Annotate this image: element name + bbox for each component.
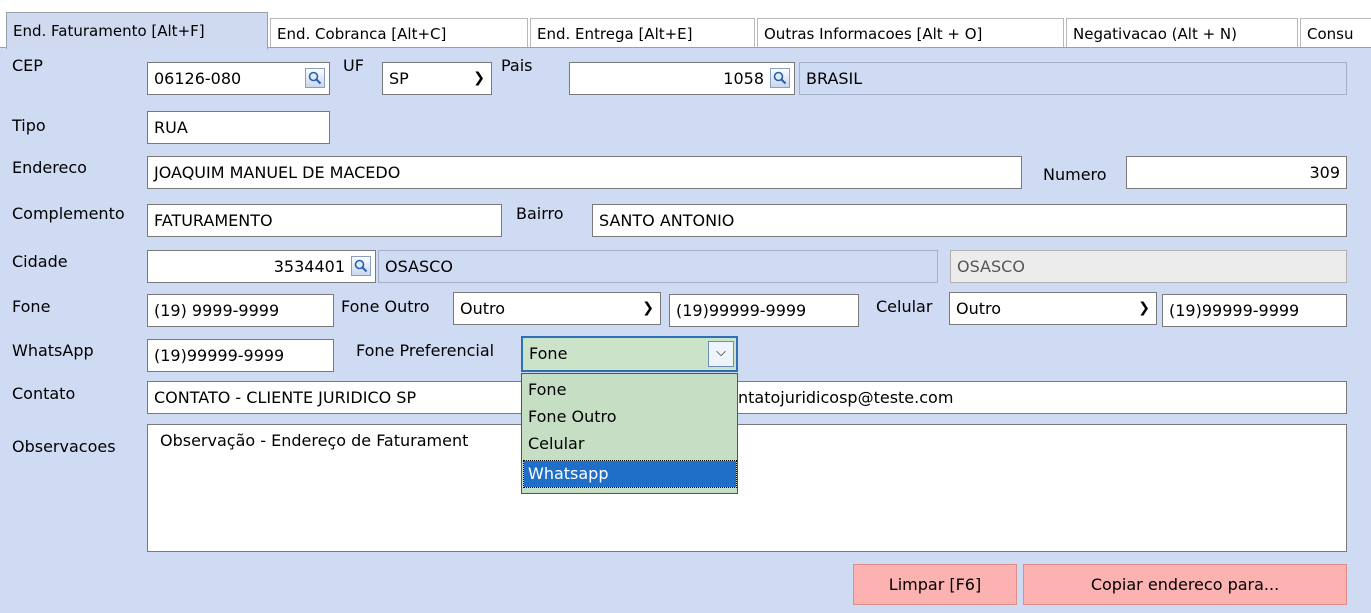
complemento-field[interactable]: FATURAMENTO [147, 204, 502, 237]
observacoes-label: Observacoes [12, 437, 116, 456]
contato-label: Contato [12, 384, 76, 403]
fone-outro-type-select[interactable]: Outro ❯ [453, 292, 661, 325]
chevron-down-icon: ❯ [642, 300, 654, 316]
search-icon[interactable] [305, 68, 325, 88]
search-icon[interactable] [770, 68, 790, 88]
option-fone-outro[interactable]: Fone Outro [524, 404, 736, 430]
fone-label: Fone [12, 297, 51, 316]
fone-preferencial-options: Fone Fone Outro Celular Whatsapp [521, 373, 738, 494]
fone-preferencial-dropdown[interactable]: Fone ⌵ Fone Fone Outro Celular Whatsapp [521, 336, 738, 494]
cep-label: CEP [12, 56, 43, 75]
cidade-name-secondary-field: OSASCO [950, 250, 1347, 283]
tab-consulta[interactable]: Consu [1300, 18, 1371, 48]
fone-outro-type-value: Outro [460, 299, 506, 318]
celular-type-select[interactable]: Outro ❯ [949, 292, 1157, 325]
option-fone[interactable]: Fone [524, 377, 736, 403]
cidade-label: Cidade [12, 252, 68, 271]
fone-outro-label: Fone Outro [341, 297, 430, 316]
cep-field[interactable]: 06126-080 [147, 62, 330, 95]
chevron-down-icon: ❯ [1138, 300, 1150, 316]
cidade-code-field[interactable]: 3534401 [147, 250, 376, 283]
uf-label: UF [343, 56, 364, 75]
celular-field[interactable]: (19)99999-9999 [1162, 294, 1347, 327]
tipo-label: Tipo [12, 116, 46, 135]
bairro-label: Bairro [516, 204, 564, 223]
bairro-field[interactable]: SANTO ANTONIO [592, 204, 1347, 237]
tab-negativacao[interactable]: Negativacao (Alt + N) [1066, 18, 1298, 48]
email-value: ntatojuridicosp@teste.com [738, 388, 954, 407]
tab-bar: End. Faturamento [Alt+F] End. Cobranca [… [0, 0, 1371, 49]
contato-value: CONTATO - CLIENTE JURIDICO SP [154, 388, 417, 407]
fone-preferencial-value: Fone [529, 344, 568, 363]
pais-name-field: BRASIL [799, 62, 1347, 95]
tipo-field[interactable]: RUA [147, 111, 330, 144]
whatsapp-field[interactable]: (19)99999-9999 [147, 339, 334, 372]
option-celular[interactable]: Celular [524, 431, 736, 457]
uf-value: SP [389, 69, 409, 88]
chevron-down-icon: ❯ [473, 70, 485, 86]
uf-select[interactable]: SP ❯ [382, 62, 492, 95]
cep-value: 06126-080 [154, 69, 242, 88]
copiar-endereco-button[interactable]: Copiar endereco para... [1023, 564, 1347, 605]
fone-preferencial-select[interactable]: Fone ⌵ [521, 336, 738, 372]
observacoes-textarea[interactable]: Observação - Endereço de Faturament [147, 424, 1347, 552]
pais-label: Pais [501, 56, 533, 75]
fone-outro-field[interactable]: (19)99999-9999 [669, 294, 859, 327]
tab-end-cobranca[interactable]: End. Cobranca [Alt+C] [270, 18, 528, 48]
fone-preferencial-label: Fone Preferencial [356, 341, 495, 360]
tab-outras-informacoes[interactable]: Outras Informacoes [Alt + O] [757, 18, 1064, 48]
limpar-button[interactable]: Limpar [F6] [853, 564, 1017, 605]
celular-type-value: Outro [956, 299, 1002, 318]
numero-field[interactable]: 309 [1126, 156, 1347, 189]
pais-code-field[interactable]: 1058 [569, 62, 795, 95]
numero-label: Numero [1043, 165, 1107, 184]
endereco-label: Endereco [12, 158, 87, 177]
celular-label: Celular [876, 297, 933, 316]
pais-code-value: 1058 [723, 69, 764, 88]
tab-end-entrega[interactable]: End. Entrega [Alt+E] [530, 18, 755, 48]
contato-field[interactable]: CONTATO - CLIENTE JURIDICO SP ntatojurid… [147, 381, 1347, 414]
whatsapp-label: WhatsApp [12, 341, 94, 360]
fone-field[interactable]: (19) 9999-9999 [147, 294, 334, 327]
endereco-field[interactable]: JOAQUIM MANUEL DE MACEDO [147, 156, 1022, 189]
option-whatsapp[interactable]: Whatsapp [523, 460, 737, 488]
complemento-label: Complemento [12, 204, 125, 223]
search-icon[interactable] [351, 256, 371, 276]
cidade-code-value: 3534401 [273, 257, 345, 276]
chevron-down-icon[interactable]: ⌵ [708, 341, 734, 367]
cidade-name-field: OSASCO [378, 250, 938, 283]
tab-end-faturamento[interactable]: End. Faturamento [Alt+F] [6, 12, 268, 49]
